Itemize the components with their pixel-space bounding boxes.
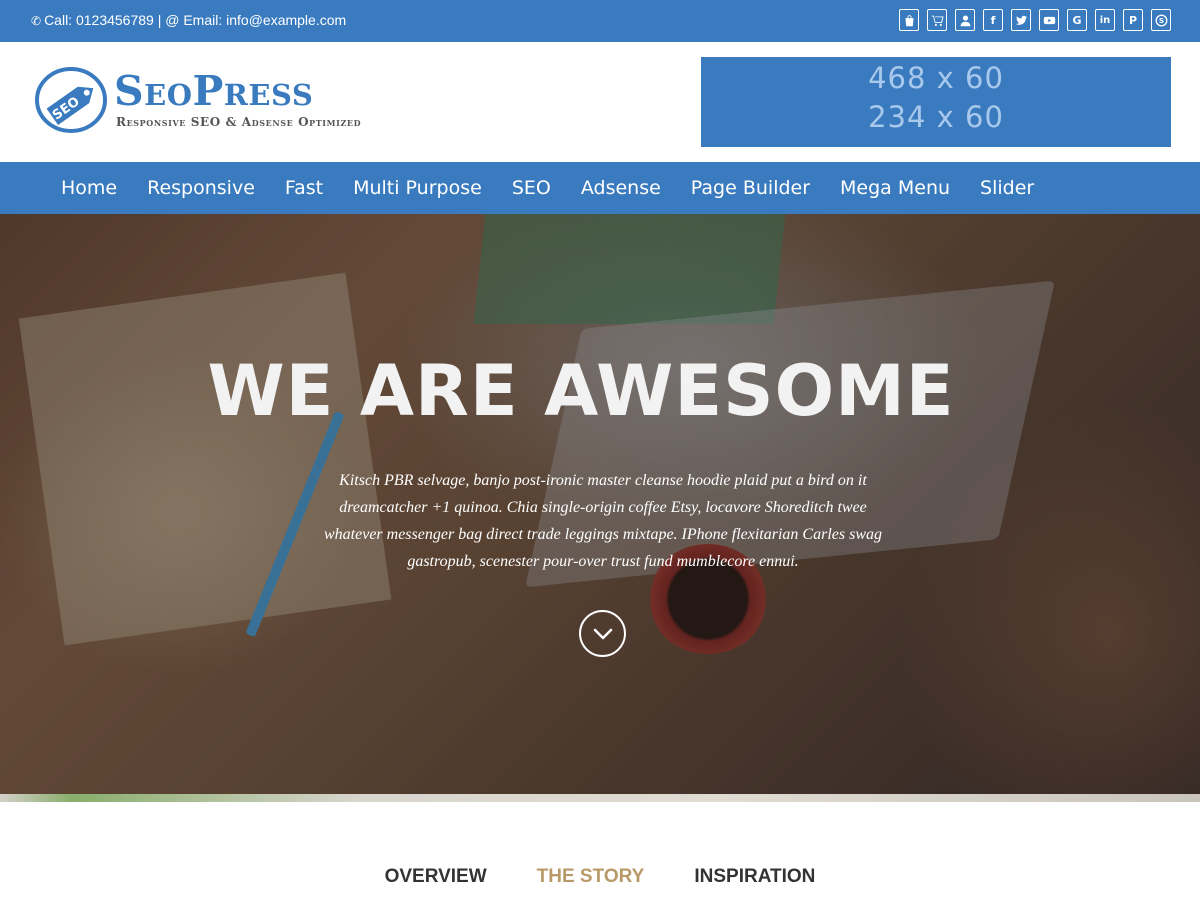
ad-size-label: 468 x 60 xyxy=(868,61,1004,95)
hero-title: WE ARE AWESOME xyxy=(207,350,955,432)
user-icon[interactable] xyxy=(955,9,975,31)
nav-item-home[interactable]: Home xyxy=(46,162,132,214)
skype-icon[interactable]: S xyxy=(1151,9,1171,31)
content-tabs: OVERVIEW THE STORY INSPIRATION xyxy=(0,862,1200,892)
social-links: f G in P S xyxy=(899,9,1171,31)
seo-tag-icon: SEO xyxy=(35,67,107,133)
ad-size-label: 234 x 60 xyxy=(868,100,1004,134)
hero-description: Kitsch PBR selvage, banjo post-ironic ma… xyxy=(324,472,882,570)
nav-item-page-builder[interactable]: Page Builder xyxy=(676,162,825,214)
scroll-down-button[interactable] xyxy=(579,610,626,657)
pinterest-icon[interactable]: P xyxy=(1123,9,1143,31)
nav-item-mega-menu[interactable]: Mega Menu xyxy=(825,162,965,214)
cart-icon[interactable] xyxy=(927,9,947,31)
nav-menu: Home Responsive Fast Multi Purpose SEO Adsens… xyxy=(46,162,1049,214)
chevron-down-icon xyxy=(593,628,612,639)
site-header: SEO SeoPress Responsive SEO & Adsense Op… xyxy=(0,42,1200,162)
tab-the-story[interactable]: THE STORY xyxy=(537,862,645,892)
phone-icon: ✆ xyxy=(31,14,42,28)
nav-item-seo[interactable]: SEO xyxy=(497,162,566,214)
nav-item-multi-purpose[interactable]: Multi Purpose xyxy=(338,162,497,214)
tab-overview[interactable]: OVERVIEW xyxy=(385,862,487,892)
tab-inspiration[interactable]: INSPIRATION xyxy=(694,862,815,892)
nav-item-adsense[interactable]: Adsense xyxy=(566,162,676,214)
contact-info: ✆ Call: 0123456789 | @ Email: info@exampl… xyxy=(31,12,346,28)
nav-item-slider[interactable]: Slider xyxy=(965,162,1049,214)
hero-section: WE ARE AWESOME Kitsch PBR selvage, banjo… xyxy=(0,214,1200,794)
site-logo[interactable]: SEO SeoPress Responsive SEO & Adsense Op… xyxy=(34,65,404,135)
facebook-icon[interactable]: f xyxy=(983,9,1003,31)
google-icon[interactable]: G xyxy=(1067,9,1087,31)
ad-banner-placeholder[interactable]: 468 x 60 234 x 60 xyxy=(701,57,1171,147)
linkedin-icon[interactable]: in xyxy=(1095,9,1115,31)
youtube-icon[interactable] xyxy=(1039,9,1059,31)
shopping-bag-icon[interactable] xyxy=(899,9,919,31)
main-nav: Home Responsive Fast Multi Purpose SEO Adsens… xyxy=(0,162,1200,214)
svg-text:S: S xyxy=(1158,16,1163,25)
nav-item-fast[interactable]: Fast xyxy=(270,162,338,214)
section-divider-strip xyxy=(0,794,1200,802)
contact-text: Call: 0123456789 | @ Email: info@example… xyxy=(44,12,347,28)
twitter-icon[interactable] xyxy=(1011,9,1031,31)
site-name: SeoPress xyxy=(114,67,314,115)
site-tagline: Responsive SEO & Adsense Optimized xyxy=(116,115,362,129)
top-bar: ✆ Call: 0123456789 | @ Email: info@exampl… xyxy=(0,0,1200,42)
nav-item-responsive[interactable]: Responsive xyxy=(132,162,270,214)
